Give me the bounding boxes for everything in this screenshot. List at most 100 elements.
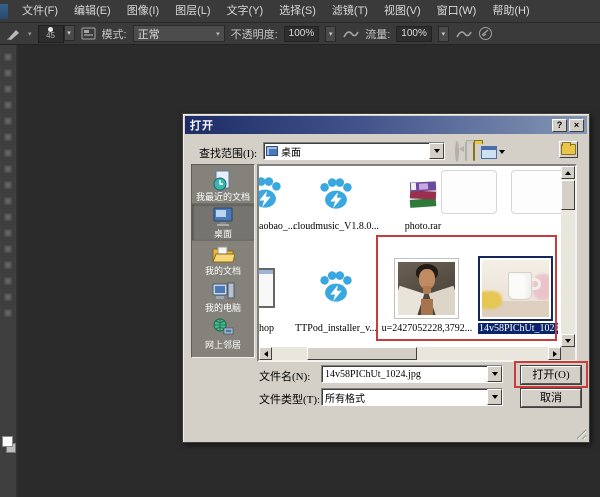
file-label[interactable]: photo.rar xyxy=(393,221,453,232)
brush-panel-toggle-icon[interactable] xyxy=(81,27,96,40)
scroll-left-icon[interactable] xyxy=(259,347,272,360)
file-name-combo[interactable]: 14v58PIChUt_1024.jpg xyxy=(321,365,503,383)
place-my-computer[interactable]: 我的电脑 xyxy=(192,278,254,315)
file-item-partial[interactable] xyxy=(259,170,287,214)
app-icon xyxy=(0,4,8,19)
opacity-caret-icon[interactable]: ▾ xyxy=(325,26,336,42)
file-label[interactable]: TTPod_installer_v... xyxy=(285,323,387,334)
rar-archive-icon xyxy=(406,177,440,211)
file-type-label: 文件类型(T): xyxy=(259,391,320,407)
scroll-right-icon[interactable] xyxy=(548,347,561,360)
annotation-rect-open-button xyxy=(514,361,588,388)
menu-help[interactable]: 帮助(H) xyxy=(484,0,537,22)
scroll-up-icon[interactable] xyxy=(561,166,575,179)
menu-select[interactable]: 选择(S) xyxy=(271,0,324,22)
menu-filter[interactable]: 滤镜(T) xyxy=(324,0,376,22)
brush-preset-caret-icon[interactable]: ▾ xyxy=(64,25,75,41)
file-item-blank[interactable] xyxy=(441,170,497,214)
place-my-documents[interactable]: 我的文档 xyxy=(192,241,254,278)
my-documents-icon xyxy=(211,243,235,265)
cancel-button[interactable]: 取消 xyxy=(521,389,581,407)
mode-value: 正常 xyxy=(138,26,160,42)
mode-label: 模式: xyxy=(102,26,127,42)
place-network[interactable]: 网上邻居 xyxy=(192,315,254,352)
tool-icon[interactable] xyxy=(4,293,12,301)
file-item-cloudmusic[interactable] xyxy=(316,171,356,215)
back-icon[interactable] xyxy=(455,143,459,161)
airbrush-opacity-icon[interactable] xyxy=(342,27,359,40)
tool-icon[interactable] xyxy=(4,133,12,141)
tool-icon[interactable] xyxy=(4,277,12,285)
foreground-color-swatch[interactable] xyxy=(2,436,13,447)
dialog-title: 打开 xyxy=(185,117,214,133)
tool-icon[interactable] xyxy=(4,213,12,221)
help-button[interactable]: ? xyxy=(552,119,567,132)
brush-tool-icon[interactable] xyxy=(6,27,22,41)
view-menu-icon[interactable] xyxy=(481,146,505,159)
dialog-titlebar[interactable]: 打开 ? × xyxy=(185,116,587,134)
place-recent-documents[interactable]: 我最近的文档 xyxy=(192,167,254,204)
vertical-scroll-thumb[interactable] xyxy=(561,180,575,210)
brush-preset-picker[interactable]: 45 ▾ xyxy=(38,25,75,43)
file-name-caret-button[interactable] xyxy=(487,366,502,382)
tool-icon[interactable] xyxy=(4,197,12,205)
desktop-mini-icon xyxy=(266,146,278,156)
file-item-ttpod[interactable] xyxy=(316,264,356,308)
airbrush-toggle-icon[interactable] xyxy=(455,27,472,40)
menu-type[interactable]: 文字(Y) xyxy=(219,0,272,22)
up-one-level-icon[interactable] xyxy=(465,143,467,161)
tool-icon[interactable] xyxy=(4,117,12,125)
file-item-photo-rar[interactable] xyxy=(405,174,441,214)
look-in-label: 查找范围(I): xyxy=(199,145,257,161)
menu-window[interactable]: 窗口(W) xyxy=(429,0,485,22)
menu-bar: 文件(F) 编辑(E) 图像(I) 图层(L) 文字(Y) 选择(S) 滤镜(T… xyxy=(0,0,600,23)
tool-icon[interactable] xyxy=(4,229,12,237)
brush-tool-caret-icon[interactable]: ▾ xyxy=(28,30,32,38)
opacity-value[interactable]: 100% xyxy=(284,26,320,42)
tool-icon[interactable] xyxy=(4,181,12,189)
horizontal-scroll-thumb[interactable] xyxy=(307,347,417,360)
file-type-combo[interactable]: 所有格式 xyxy=(321,388,503,406)
scrollbar-corner xyxy=(561,347,575,360)
menu-file[interactable]: 文件(F) xyxy=(14,0,66,22)
brush-size: 45 xyxy=(46,32,55,40)
flow-caret-icon[interactable]: ▾ xyxy=(438,26,449,42)
file-item-blank[interactable] xyxy=(511,170,561,214)
folder-icon xyxy=(561,144,576,155)
smoothing-icon[interactable] xyxy=(478,26,493,41)
file-item-partial-window[interactable] xyxy=(259,268,275,308)
tool-icon[interactable] xyxy=(4,261,12,269)
flow-value[interactable]: 100% xyxy=(396,26,432,42)
folder-options-button[interactable] xyxy=(559,141,578,158)
places-bar: 我最近的文档 桌面 我的文档 xyxy=(191,164,255,358)
tool-icon[interactable] xyxy=(4,85,12,93)
tool-icon[interactable] xyxy=(4,165,12,173)
file-type-caret-button[interactable] xyxy=(487,389,502,405)
look-in-caret-button[interactable] xyxy=(429,143,444,159)
vertical-scrollbar[interactable] xyxy=(561,166,575,360)
place-desktop[interactable]: 桌面 xyxy=(192,204,254,241)
desktop-icon xyxy=(211,206,235,228)
menu-edit[interactable]: 编辑(E) xyxy=(66,0,119,22)
tool-icon[interactable] xyxy=(4,245,12,253)
horizontal-scrollbar[interactable] xyxy=(259,347,561,360)
network-places-icon xyxy=(211,317,235,339)
tool-icon[interactable] xyxy=(4,101,12,109)
scroll-down-icon[interactable] xyxy=(561,334,575,347)
mode-select[interactable]: 正常 ▾ xyxy=(133,25,225,42)
file-label[interactable]: cloudmusic_V1.8.0... xyxy=(285,221,387,232)
menu-layer[interactable]: 图层(L) xyxy=(167,0,218,22)
tool-icon[interactable] xyxy=(4,53,12,61)
open-dialog: 打开 ? × 查找范围(I): 桌面 我最近的文档 xyxy=(182,113,590,443)
menu-image[interactable]: 图像(I) xyxy=(119,0,167,22)
tool-icon[interactable] xyxy=(4,309,12,317)
recent-documents-icon xyxy=(211,169,235,191)
tool-icon[interactable] xyxy=(4,69,12,77)
tool-icon[interactable] xyxy=(4,149,12,157)
close-button[interactable]: × xyxy=(569,119,584,132)
flow-label: 流量: xyxy=(365,26,390,42)
look-in-combo[interactable]: 桌面 xyxy=(263,142,445,160)
resize-grip-icon[interactable] xyxy=(574,427,586,439)
new-folder-icon[interactable] xyxy=(473,143,475,161)
menu-view[interactable]: 视图(V) xyxy=(376,0,429,22)
